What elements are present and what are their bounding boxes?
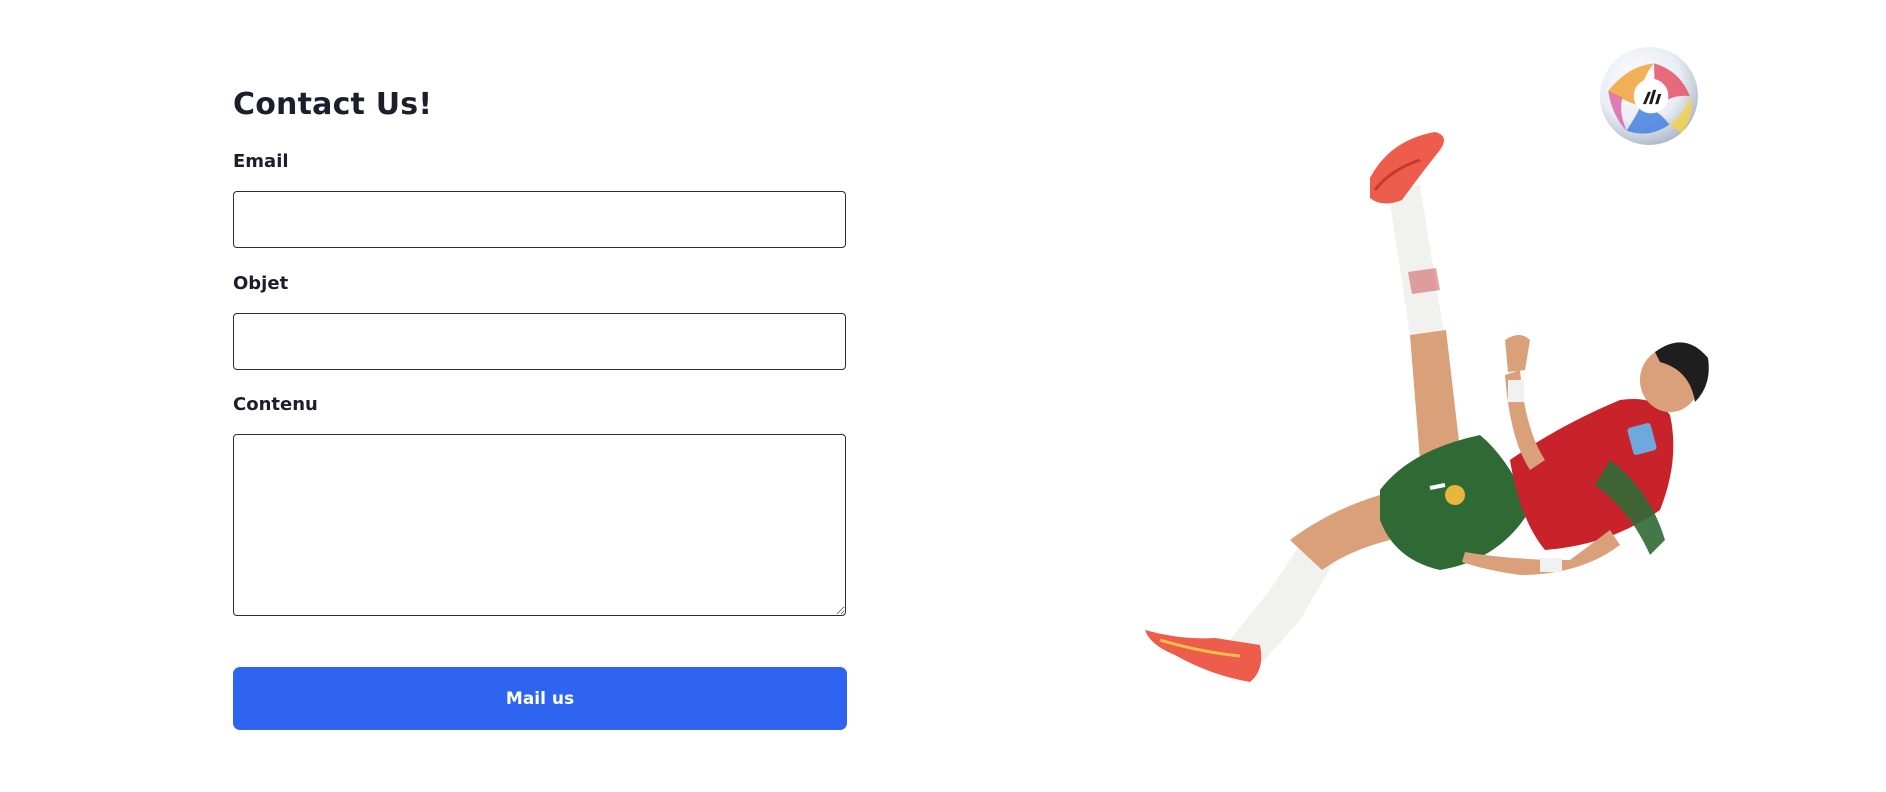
raised-leg-thigh xyxy=(1410,330,1460,460)
contenu-label: Contenu xyxy=(233,394,318,415)
objet-field[interactable] xyxy=(233,313,846,370)
contact-page: Contact Us! Email Objet Contenu Mail us xyxy=(0,0,1886,792)
email-field[interactable] xyxy=(233,191,846,248)
contenu-textarea[interactable] xyxy=(233,434,846,616)
objet-label: Objet xyxy=(233,273,289,294)
page-title: Contact Us! xyxy=(233,87,433,122)
player-bicycle-kick-illustration xyxy=(1145,132,1709,682)
contact-form: Contact Us! Email Objet Contenu Mail us xyxy=(233,86,848,730)
upper-boot xyxy=(1370,132,1444,204)
raised-leg-sock xyxy=(1388,185,1445,348)
mail-us-button[interactable]: Mail us xyxy=(233,667,847,730)
email-label: Email xyxy=(233,151,289,172)
